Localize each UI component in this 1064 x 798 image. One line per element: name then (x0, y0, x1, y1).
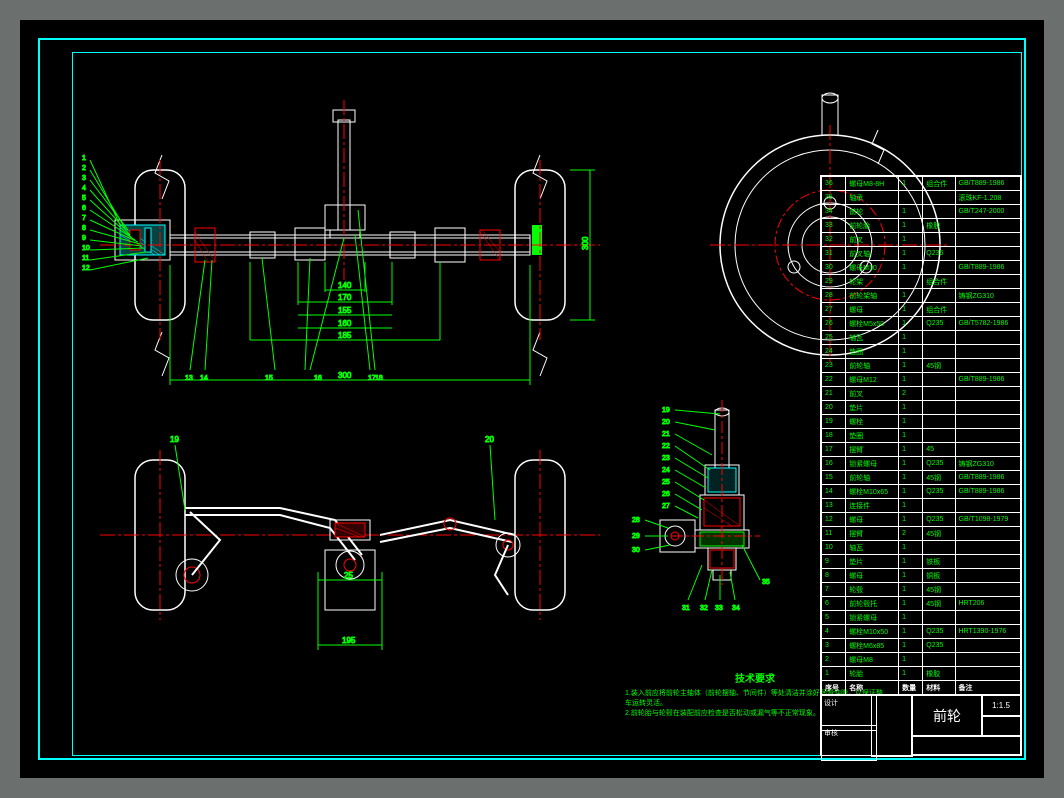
bom-row: 19螺栓1 (822, 415, 1021, 429)
svg-text:9: 9 (82, 235, 86, 242)
bom-row: 8螺母1铜板 (822, 569, 1021, 583)
svg-text:6: 6 (82, 205, 86, 212)
svg-text:155: 155 (338, 306, 352, 315)
svg-text:8: 8 (82, 225, 86, 232)
bom-row: 23前轮轴145钢 (822, 359, 1021, 373)
svg-text:7: 7 (82, 215, 86, 222)
svg-text:14: 14 (200, 375, 208, 382)
bom-row: 36螺母M8-8H1组合件GB/T889-1986 (822, 177, 1021, 191)
svg-text:19: 19 (170, 435, 179, 444)
bom-row: 17摆臂145 (822, 443, 1021, 457)
svg-text:20: 20 (662, 419, 670, 426)
svg-text:28: 28 (632, 517, 640, 524)
bom-row: 14螺栓M10x651Q235GB/T889-1986 (822, 485, 1021, 499)
svg-text:35: 35 (762, 579, 770, 586)
bom-row: 31前叉轴1Q235 (822, 247, 1021, 261)
bom-row: 24垫圈1 (822, 345, 1021, 359)
checker-cell: 审核 (821, 725, 877, 761)
svg-text:19: 19 (662, 407, 670, 414)
bom-row: 11摆臂245钢 (822, 527, 1021, 541)
bom-row: 6前轮毂托145钢HRT206 (822, 597, 1021, 611)
bom-row: 4螺栓M10x501Q235HRT1390-1976 (822, 625, 1021, 639)
bom-row: 34前轮1GB/T247-2000 (822, 205, 1021, 219)
svg-text:18: 18 (375, 375, 383, 382)
scale-label: 1:1.5 (981, 695, 1021, 717)
bom-row: 35轴承滚珠KF-1.208 (822, 191, 1021, 205)
bom-row: 20垫片1 (822, 401, 1021, 415)
bom-row: 7轮毂145钢 (822, 583, 1021, 597)
svg-text:34: 34 (732, 605, 740, 612)
bom-row: 12螺母1Q235GB/T1098-1979 (822, 513, 1021, 527)
svg-text:21: 21 (662, 431, 670, 438)
bom-row: 22螺母M121GB/T889-1986 (822, 373, 1021, 387)
svg-text:25: 25 (344, 571, 353, 580)
bom-row: 2螺母M81 (822, 653, 1021, 667)
svg-text:195: 195 (342, 636, 356, 645)
bom-row: 32前叉1 (822, 233, 1021, 247)
svg-text:170: 170 (338, 293, 352, 302)
svg-text:26: 26 (662, 491, 670, 498)
drawing-title: 前轮 (911, 695, 983, 737)
bom-row: 10轴瓦1 (822, 541, 1021, 555)
svg-text:20: 20 (485, 435, 494, 444)
svg-text:32: 32 (700, 605, 708, 612)
bom-row: 33前轮胎1橡胶 (822, 219, 1021, 233)
bom-header: 序号名称数量材料备注 (822, 681, 1021, 695)
svg-text:1: 1 (82, 155, 86, 162)
svg-text:5: 5 (82, 195, 86, 202)
bom-row: 15前轮轴145钢GB/T889-1986 (822, 471, 1021, 485)
svg-text:24: 24 (662, 467, 670, 474)
front-elevation-view: 170 140 155 160 185 300 300 1 2 3 4 5 6 … (82, 100, 600, 385)
svg-text:13: 13 (185, 375, 193, 382)
svg-text:140: 140 (338, 281, 352, 290)
bom-row: 3螺栓M6x851Q235 (822, 639, 1021, 653)
svg-text:29: 29 (632, 533, 640, 540)
bom-table: 36螺母M8-8H1组合件GB/T889-198635轴承滚珠KF-1.2083… (820, 175, 1022, 696)
bom-row: 13连接件1 (822, 499, 1021, 513)
svg-text:12: 12 (82, 265, 90, 272)
svg-text:2: 2 (82, 165, 86, 172)
svg-text:23: 23 (662, 455, 670, 462)
detail-view: 19 20 21 22 23 24 25 26 27 28 29 30 31 3… (632, 400, 770, 612)
cad-drawing-frame: 170 140 155 160 185 300 300 1 2 3 4 5 6 … (20, 20, 1044, 778)
bom-row: 1轮胎1橡胶 (822, 667, 1021, 681)
bom-row: 29轮架组合件 (822, 275, 1021, 289)
svg-text:33: 33 (715, 605, 723, 612)
svg-text:185: 185 (338, 331, 352, 340)
bom-row: 25轴瓦1 (822, 331, 1021, 345)
svg-text:30: 30 (632, 547, 640, 554)
svg-text:160: 160 (338, 319, 352, 328)
bom-row: 30螺母M101GB/T889-1986 (822, 261, 1021, 275)
bom-row: 5锁紧螺母1 (822, 611, 1021, 625)
bom-row: 18垫圈1 (822, 429, 1021, 443)
svg-text:25: 25 (662, 479, 670, 486)
svg-text:15: 15 (265, 375, 273, 382)
svg-text:4: 4 (82, 185, 86, 192)
svg-text:3: 3 (82, 175, 86, 182)
bom-row: 27螺母1组合件 (822, 303, 1021, 317)
svg-text:300: 300 (581, 236, 590, 250)
top-view: 19 20 25 195 (100, 435, 600, 650)
svg-text:31: 31 (682, 605, 690, 612)
svg-text:11: 11 (82, 255, 89, 262)
bom-row: 16锁紧螺母1Q235铸钢ZG310 (822, 457, 1021, 471)
title-block: 设计 审核 前轮 1:1.5 (820, 694, 1022, 756)
svg-text:16: 16 (314, 375, 322, 382)
svg-text:27: 27 (662, 503, 670, 510)
svg-text:22: 22 (662, 443, 670, 450)
bom-row: 9垫片1铁板 (822, 555, 1021, 569)
svg-text:10: 10 (82, 245, 90, 252)
bom-row: 26螺栓M5x501Q235GB/T5782-1986 (822, 317, 1021, 331)
bom-row: 28前轮架轴1铸钢ZG310 (822, 289, 1021, 303)
svg-text:300: 300 (338, 371, 352, 380)
bom-row: 21前叉2 (822, 387, 1021, 401)
